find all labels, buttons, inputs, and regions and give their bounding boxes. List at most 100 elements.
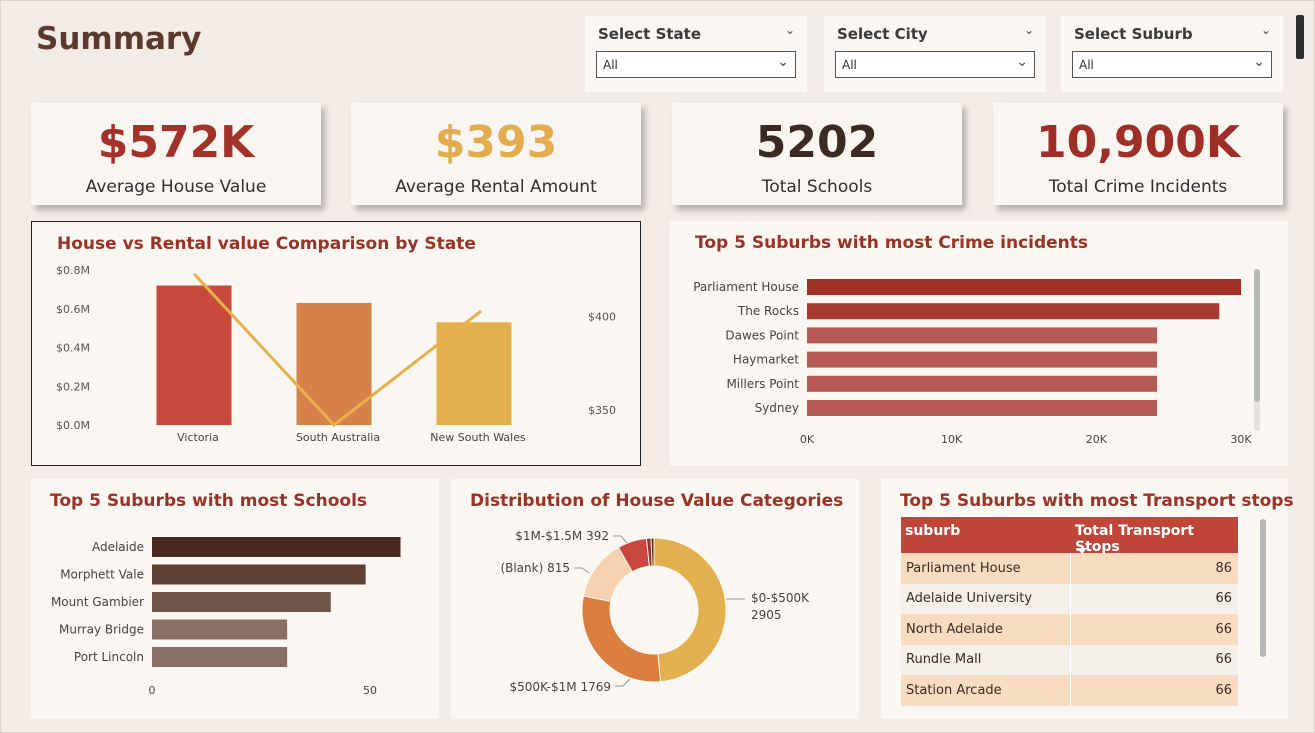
x-tick-label: Victoria: [177, 431, 219, 444]
state-slicer-label: Select State: [598, 25, 702, 43]
schools-chart-panel: Top 5 Suburbs with most Schools Adelaide…: [31, 479, 439, 719]
cell-suburb: Adelaide University: [901, 583, 1071, 614]
chevron-down-icon[interactable]: ⌄: [785, 23, 795, 37]
y-tick-label: $0.0M: [56, 419, 90, 432]
y-category-label: Haymarket: [733, 353, 799, 367]
suburb-dropdown[interactable]: All ⌄: [1072, 51, 1272, 78]
city-dropdown[interactable]: All ⌄: [835, 51, 1035, 78]
kpi-value: 10,900K: [1036, 117, 1240, 168]
chevron-down-icon[interactable]: ⌄: [1024, 23, 1034, 37]
y-category-label: Dawes Point: [725, 328, 799, 342]
x-tick-label: New South Wales: [430, 431, 526, 444]
slice-label: $500K-$1M 1769: [510, 680, 611, 694]
chevron-down-icon: ⌄: [1253, 54, 1265, 70]
table-row[interactable]: Station Arcade 66: [901, 675, 1238, 706]
table-row[interactable]: Rundle Mall 66: [901, 644, 1238, 675]
bar[interactable]: [296, 302, 372, 425]
y-category-label: Millers Point: [726, 377, 799, 391]
bar[interactable]: [152, 619, 288, 640]
cell-total-stops: 66: [1215, 591, 1232, 607]
x-tick-label: 30K: [1230, 433, 1252, 446]
table-header: suburb Total Transport Stops: [901, 517, 1238, 555]
cell-suburb: Station Arcade: [901, 675, 1071, 706]
pie-slice[interactable]: [653, 537, 727, 683]
cell-suburb: Parliament House: [901, 553, 1071, 584]
schools-chart: Adelaide Morphett Vale Mount Gambier Murray…: [51, 537, 401, 697]
house-value-dist-panel: Distribution of House Value Categories $…: [451, 479, 859, 719]
chevron-down-icon: ⌄: [777, 54, 789, 70]
state-slicer: Select State ⌄ All ⌄: [585, 16, 807, 92]
suburb-slicer: Select Suburb ⌄ All ⌄: [1061, 16, 1283, 92]
crime-chart-panel: Top 5 Suburbs with most Crime incidents …: [670, 221, 1288, 466]
cell-suburb: North Adelaide: [901, 614, 1071, 645]
cell-total-stops: 66: [1215, 682, 1232, 698]
table-row[interactable]: Adelaide University 66: [901, 583, 1238, 614]
pie-slice[interactable]: [581, 595, 662, 683]
slice-label: $1M-$1.5M 392: [515, 529, 609, 543]
x-tick-label: 0: [149, 684, 156, 697]
x-tick-label: 10K: [941, 433, 963, 446]
bar[interactable]: [156, 285, 232, 426]
sort-desc-icon: [1077, 548, 1087, 554]
bar[interactable]: [807, 327, 1158, 344]
y-category-label: Parliament House: [693, 280, 799, 294]
bar[interactable]: [152, 564, 366, 585]
bar[interactable]: [807, 351, 1158, 368]
city-slicer-label: Select City: [837, 25, 928, 43]
table-row[interactable]: Parliament House 86: [901, 553, 1238, 584]
house-rental-chart: $0.0M $0.2M $0.4M $0.6M $0.8M $350 $400 Victori…: [56, 264, 616, 444]
kpi-card-total-schools: 5202 Total Schools: [672, 103, 962, 205]
kpi-value: $572K: [97, 117, 255, 168]
suburb-slicer-label: Select Suburb: [1074, 25, 1193, 43]
bar[interactable]: [807, 303, 1220, 320]
y-category-label: Morphett Vale: [60, 568, 144, 582]
house-value-donut: $0-$500K 2905 $500K-$1M 1769 (Blank) 815 $1M…: [500, 529, 810, 694]
chevron-down-icon: ⌄: [1016, 54, 1028, 70]
kpi-value: 5202: [755, 117, 879, 168]
kpi-value: $393: [434, 117, 558, 168]
suburb-dropdown-value: All: [1079, 58, 1094, 72]
x-tick-label: 0K: [800, 433, 815, 446]
y-category-label: The Rocks: [737, 304, 799, 318]
y-category-label: Port Lincoln: [74, 650, 144, 664]
state-dropdown[interactable]: All ⌄: [596, 51, 796, 78]
bar[interactable]: [807, 400, 1158, 416]
bar[interactable]: [807, 279, 1241, 295]
table-scrollbar[interactable]: [1260, 519, 1266, 657]
chevron-down-icon[interactable]: ⌄: [1261, 23, 1271, 37]
x-tick-label: 50: [363, 684, 377, 697]
page-title: Summary: [36, 21, 202, 57]
y-tick-label: $0.2M: [56, 380, 90, 393]
y2-tick-label: $400: [588, 311, 616, 324]
leader-line: [613, 535, 628, 544]
cell-total-stops: 66: [1215, 621, 1232, 637]
column-header-suburb[interactable]: suburb: [901, 517, 1071, 553]
table-row[interactable]: North Adelaide 66: [901, 614, 1238, 645]
y2-tick-label: $350: [588, 404, 616, 417]
leader-line: [574, 567, 590, 574]
y-tick-label: $0.8M: [56, 264, 90, 277]
bar[interactable]: [807, 375, 1158, 392]
y-category-label: Sydney: [755, 401, 799, 415]
y-tick-label: $0.6M: [56, 303, 90, 316]
bar[interactable]: [152, 647, 288, 667]
slice-label: 2905: [751, 608, 782, 622]
kpi-card-crime-incidents: 10,900K Total Crime Incidents: [993, 103, 1283, 205]
transport-table-panel: Top 5 Suburbs with most Transport stops …: [881, 479, 1294, 719]
slice-label: $0-$500K: [751, 591, 810, 605]
x-tick-label: 20K: [1086, 433, 1108, 446]
transport-table: suburb Total Transport Stops Parliament …: [901, 517, 1238, 706]
kpi-label: Total Crime Incidents: [1048, 177, 1228, 197]
page-scrollbar[interactable]: [1296, 15, 1304, 59]
kpi-card-rental-amount: $393 Average Rental Amount: [351, 103, 641, 205]
table-body: Parliament House 86 Adelaide University 66 N…: [901, 553, 1238, 706]
column-header-total-stops[interactable]: Total Transport Stops: [1071, 517, 1238, 555]
cell-suburb: Rundle Mall: [901, 644, 1071, 675]
kpi-label: Average House Value: [85, 177, 267, 197]
cell-total-stops: 66: [1215, 652, 1232, 668]
bar[interactable]: [152, 537, 401, 557]
city-slicer: Select City ⌄ All ⌄: [824, 16, 1046, 92]
bar[interactable]: [152, 592, 331, 612]
y-category-label: Murray Bridge: [59, 623, 144, 637]
state-dropdown-value: All: [603, 58, 618, 72]
